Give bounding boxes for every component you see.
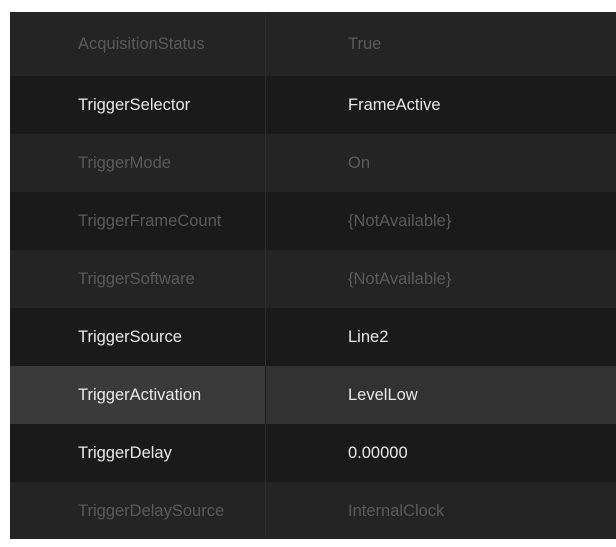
- property-name: TriggerSoftware: [10, 250, 266, 308]
- property-name: TriggerFrameCount: [10, 192, 266, 250]
- property-name: TriggerSource: [10, 308, 266, 366]
- property-row-trigger-delay-source: TriggerDelaySource InternalClock: [10, 482, 616, 539]
- property-name: TriggerDelay: [10, 424, 266, 482]
- property-value[interactable]: LevelLow: [266, 366, 616, 424]
- property-row-trigger-selector[interactable]: TriggerSelector FrameActive: [10, 76, 616, 134]
- property-name: TriggerMode: [10, 134, 266, 192]
- property-name: TriggerSelector: [10, 76, 266, 134]
- property-value[interactable]: FrameActive: [266, 76, 616, 134]
- property-grid: AcquisitionStatus True TriggerSelector F…: [10, 12, 616, 539]
- property-value: On: [348, 153, 371, 172]
- property-row-trigger-delay[interactable]: TriggerDelay 0.00000: [10, 424, 616, 482]
- property-name: AcquisitionStatus: [10, 12, 266, 76]
- property-row-trigger-source[interactable]: TriggerSource Line2: [10, 308, 616, 366]
- property-name: TriggerDelaySource: [10, 482, 266, 539]
- property-value: InternalClock: [348, 501, 445, 520]
- property-value[interactable]: Line2: [266, 308, 616, 366]
- property-row-trigger-mode: TriggerMode On: [10, 134, 616, 192]
- property-value: True: [348, 34, 382, 53]
- property-name: TriggerActivation: [10, 366, 266, 424]
- property-row-trigger-software: TriggerSoftware {NotAvailable}: [10, 250, 616, 308]
- property-row-trigger-frame-count: TriggerFrameCount {NotAvailable}: [10, 192, 616, 250]
- property-row-trigger-activation[interactable]: TriggerActivation LevelLow: [10, 366, 616, 424]
- property-value: {NotAvailable}: [348, 269, 452, 288]
- property-value: {NotAvailable}: [348, 211, 452, 230]
- property-row-acquisition-status: AcquisitionStatus True: [10, 12, 616, 76]
- property-value[interactable]: 0.00000: [266, 424, 616, 482]
